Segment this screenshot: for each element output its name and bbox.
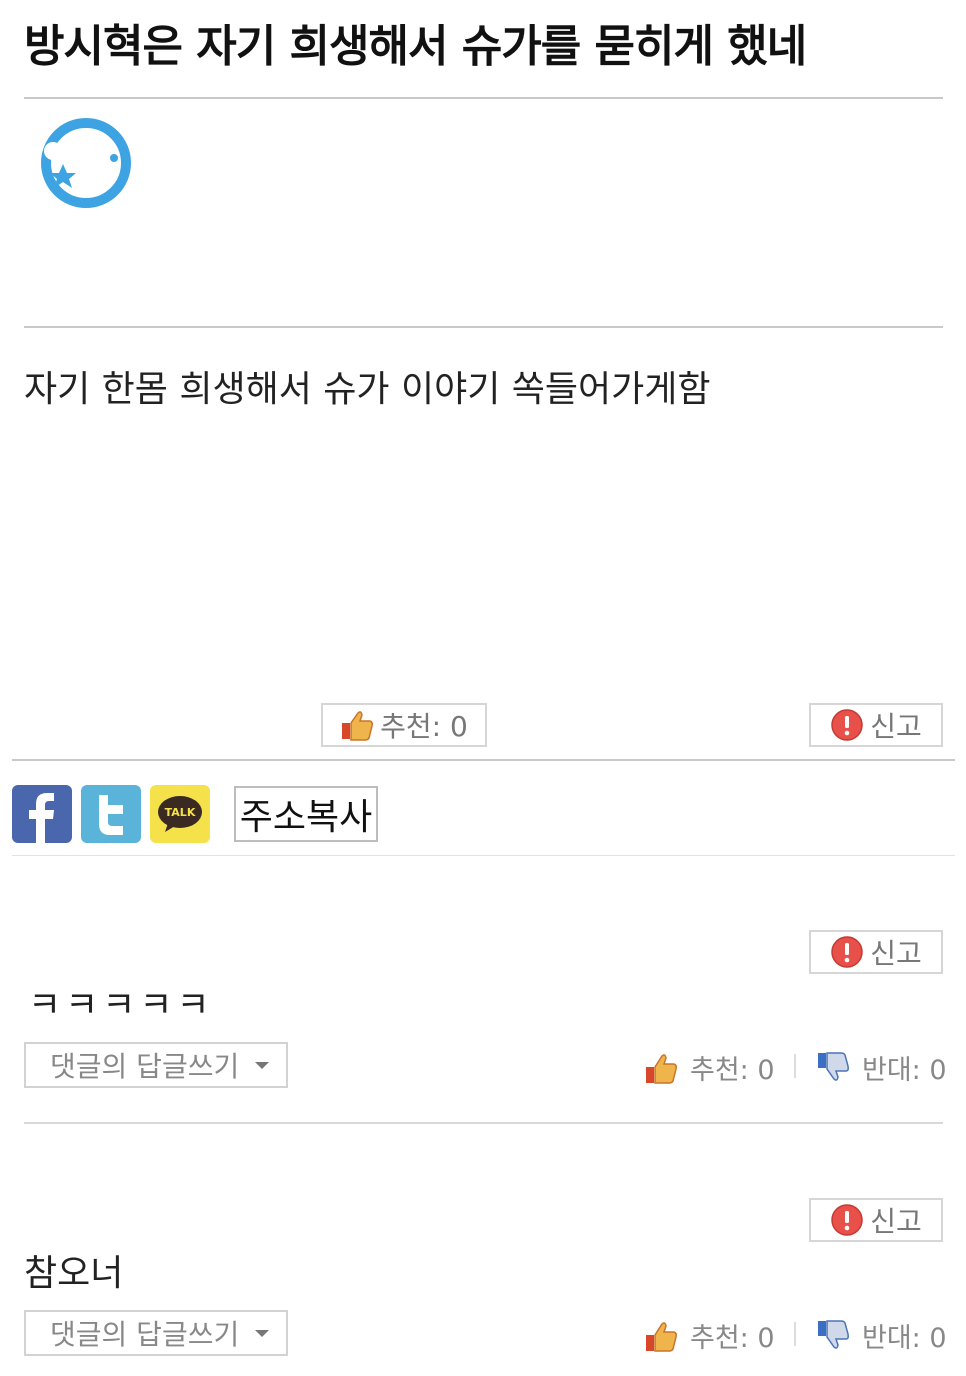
recommend-count: 추천: 0 — [690, 1055, 775, 1086]
kakaotalk-icon[interactable]: TALK — [150, 785, 210, 843]
post-report-label: 신고 — [870, 710, 922, 743]
twitter-icon[interactable] — [81, 785, 141, 843]
post-recommend-button[interactable]: 추천: 0 — [321, 703, 487, 747]
share-divider — [12, 855, 955, 856]
header-divider — [24, 326, 943, 328]
chevron-down-icon — [255, 1061, 270, 1069]
oppose-count: 반대: 0 — [862, 1323, 947, 1354]
thumbs-up-icon — [644, 1051, 678, 1085]
reply-label: 댓글의 답글쓰기 — [50, 1050, 240, 1083]
thumbs-down-icon — [816, 1051, 850, 1085]
reply-to-comment-button[interactable]: 댓글의 답글쓰기 — [24, 1310, 288, 1356]
thumbs-up-icon — [340, 709, 374, 741]
title-divider — [24, 97, 943, 99]
thumbs-down-icon — [816, 1319, 850, 1353]
alert-icon — [830, 708, 864, 742]
kakaotalk-icon-text: TALK — [165, 806, 196, 819]
comment-report-label: 신고 — [870, 937, 922, 970]
recommend-count: 추천: 0 — [690, 1323, 775, 1354]
post-title: 방시혁은 자기 희생해서 슈가를 묻히게 했네 — [24, 21, 807, 72]
vote-separator — [794, 1322, 796, 1346]
comment-report-label: 신고 — [870, 1205, 922, 1238]
alert-icon — [830, 935, 864, 969]
comment-oppose-button[interactable]: 반대: 0 — [816, 1316, 947, 1355]
comment-text: 참오너 — [24, 1253, 124, 1294]
thumbs-up-icon — [644, 1319, 678, 1353]
copy-url-button[interactable]: 주소복사 — [234, 786, 378, 842]
comment-text: ㅋㅋㅋㅋㅋ — [28, 985, 214, 1026]
comment-report-button[interactable]: 신고 — [809, 1198, 943, 1242]
reply-to-comment-button[interactable]: 댓글의 답글쓰기 — [24, 1042, 288, 1088]
oppose-count: 반대: 0 — [862, 1055, 947, 1086]
comment-report-button[interactable]: 신고 — [809, 930, 943, 974]
chevron-down-icon — [255, 1329, 270, 1337]
post-body: 자기 한몸 희생해서 슈가 이야기 쏙들어가게함 — [24, 369, 711, 410]
author-avatar-icon[interactable] — [38, 108, 134, 218]
reply-label: 댓글의 답글쓰기 — [50, 1318, 240, 1351]
post-recommend-label: 추천: 0 — [380, 710, 468, 743]
alert-icon — [830, 1203, 864, 1237]
post-divider — [12, 759, 955, 761]
post-report-button[interactable]: 신고 — [809, 703, 943, 747]
comment-oppose-button[interactable]: 반대: 0 — [816, 1048, 947, 1087]
facebook-icon[interactable] — [12, 785, 72, 843]
comment-recommend-button[interactable]: 추천: 0 — [644, 1316, 775, 1355]
vote-separator — [794, 1054, 796, 1078]
comment-recommend-button[interactable]: 추천: 0 — [644, 1048, 775, 1087]
comment-divider — [24, 1122, 943, 1124]
